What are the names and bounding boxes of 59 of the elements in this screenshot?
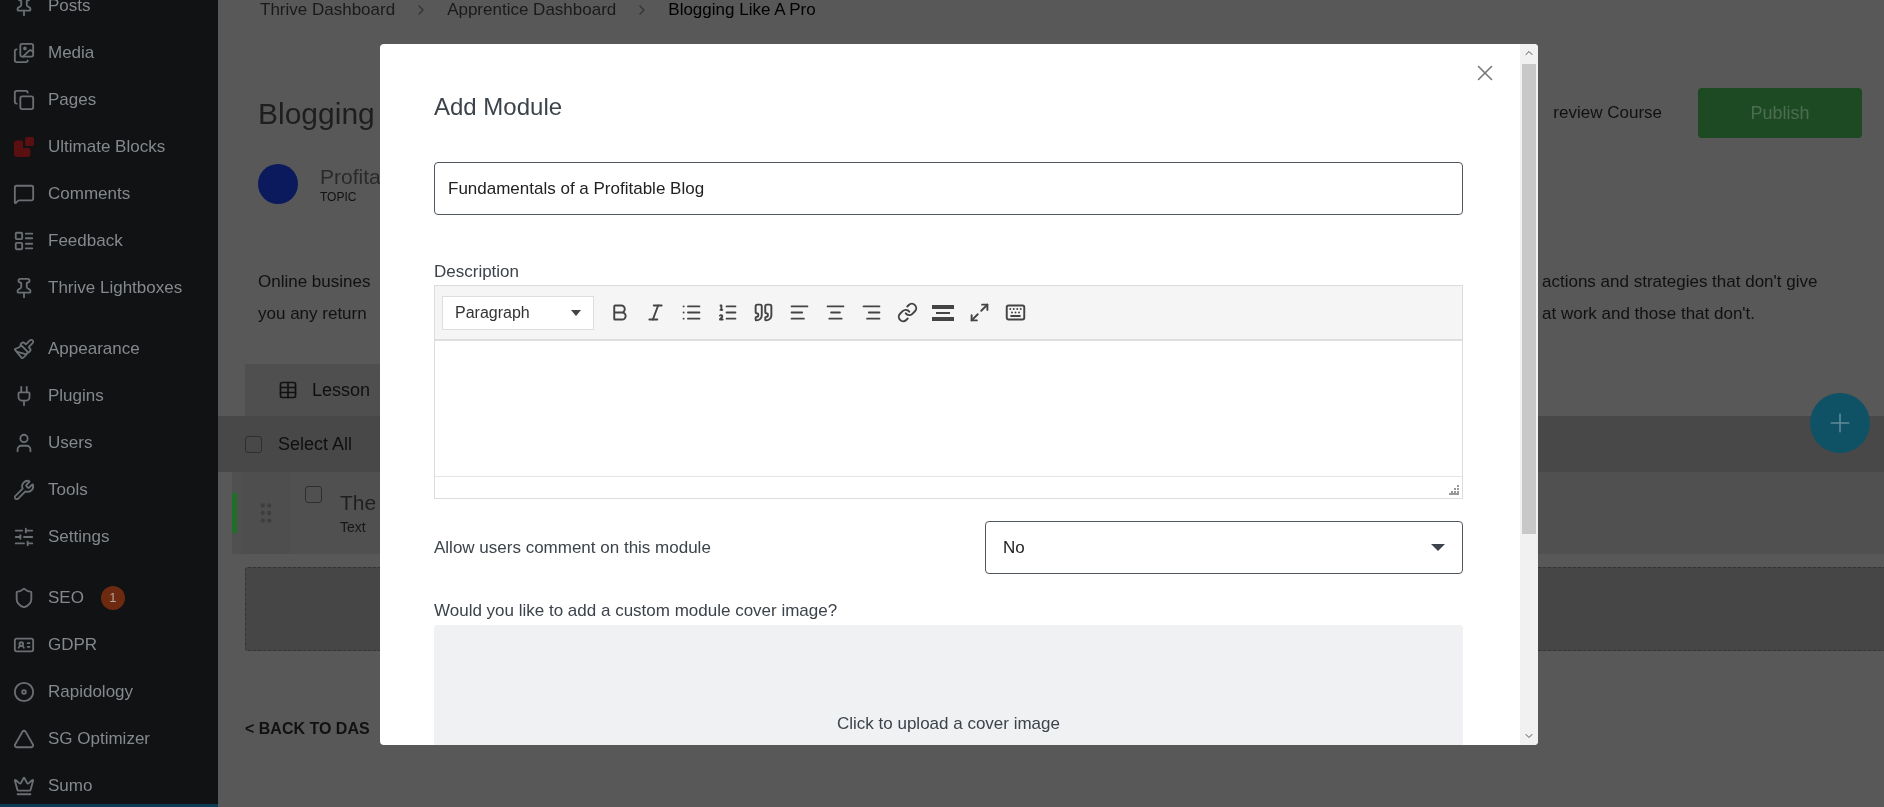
fullscreen-icon[interactable] (968, 301, 990, 324)
sidebar-item[interactable]: Feedback (0, 217, 218, 264)
wrench-icon (13, 478, 35, 501)
description-label: Description (434, 262, 521, 282)
shield-icon (13, 586, 35, 609)
paintbrush-icon (13, 337, 35, 360)
cover-upload-area[interactable]: Click to upload a cover image (434, 625, 1463, 745)
checkbox[interactable] (305, 486, 322, 503)
topic-avatar (258, 164, 298, 204)
description-text: at work and those that don't. (1542, 303, 1757, 325)
format-select[interactable]: Paragraph (442, 295, 594, 330)
caret-icon (1431, 544, 1445, 551)
sidebar-item[interactable]: Sumo (0, 762, 218, 807)
breadcrumb-link[interactable]: Blogging Like A Pro (668, 0, 816, 23)
description-text: Online busines (258, 271, 372, 293)
images-icon (13, 41, 35, 64)
topic-label: TOPIC (320, 190, 358, 204)
description-text: you any return (258, 303, 368, 325)
preview-course-link[interactable]: review Course (1553, 100, 1662, 126)
module-name-field[interactable]: Fundamentals of a Profitable Blog (434, 162, 1463, 215)
sliders-icon (13, 525, 35, 548)
sidebar-item[interactable]: Media (0, 29, 218, 76)
link-icon[interactable] (896, 301, 918, 324)
resize-handle-icon[interactable] (1449, 485, 1459, 495)
sidebar-item[interactable]: Thrive Lightboxes (0, 264, 218, 311)
quote-icon[interactable] (752, 301, 774, 324)
triangle-icon (13, 727, 35, 750)
crown-icon (13, 774, 35, 797)
sidebar-item[interactable]: Settings (0, 513, 218, 560)
sidebar-item[interactable]: Appearance (0, 325, 218, 372)
comment-setting-label: Allow users comment on this module (434, 536, 712, 559)
sidebar-item[interactable]: Tools (0, 466, 218, 513)
sidebar-item[interactable]: SG Optimizer (0, 715, 218, 762)
caret-icon (571, 309, 581, 316)
count-badge: 1 (100, 585, 125, 610)
sidebar-item[interactable]: Users (0, 419, 218, 466)
dialog-title: Add Module (434, 92, 564, 122)
upload-text: Click to upload a cover image (837, 713, 1060, 733)
checkbox[interactable] (245, 435, 262, 453)
list-icon (13, 229, 35, 252)
sidebar-item[interactable]: Posts (0, 0, 218, 29)
sidebar-item[interactable]: Pages (0, 76, 218, 123)
cover-image-label: Would you like to add a custom module cover image? (434, 600, 839, 622)
disc-icon (13, 680, 35, 703)
sidebar-item[interactable]: Plugins (0, 372, 218, 419)
sidebar-item[interactable]: GDPR (0, 621, 218, 668)
comment-select[interactable]: No (985, 521, 1463, 574)
pages-icon (13, 88, 35, 111)
sidebar-item[interactable]: Comments (0, 170, 218, 217)
sidebar-item[interactable]: SEO 1 (0, 574, 218, 621)
sidebar-item[interactable]: Ultimate Blocks (0, 123, 218, 170)
back-link[interactable]: < BACK TO DAS (245, 717, 370, 741)
blocks-icon (13, 135, 35, 158)
sidebar-item[interactable]: Rapidology (0, 668, 218, 715)
lesson-type: Text (340, 518, 367, 537)
course-title: Blogging (258, 95, 375, 132)
speech-bubble-icon (13, 182, 35, 205)
table-icon (278, 380, 298, 400)
description-text: actions and strategies that don't give (1542, 271, 1819, 293)
